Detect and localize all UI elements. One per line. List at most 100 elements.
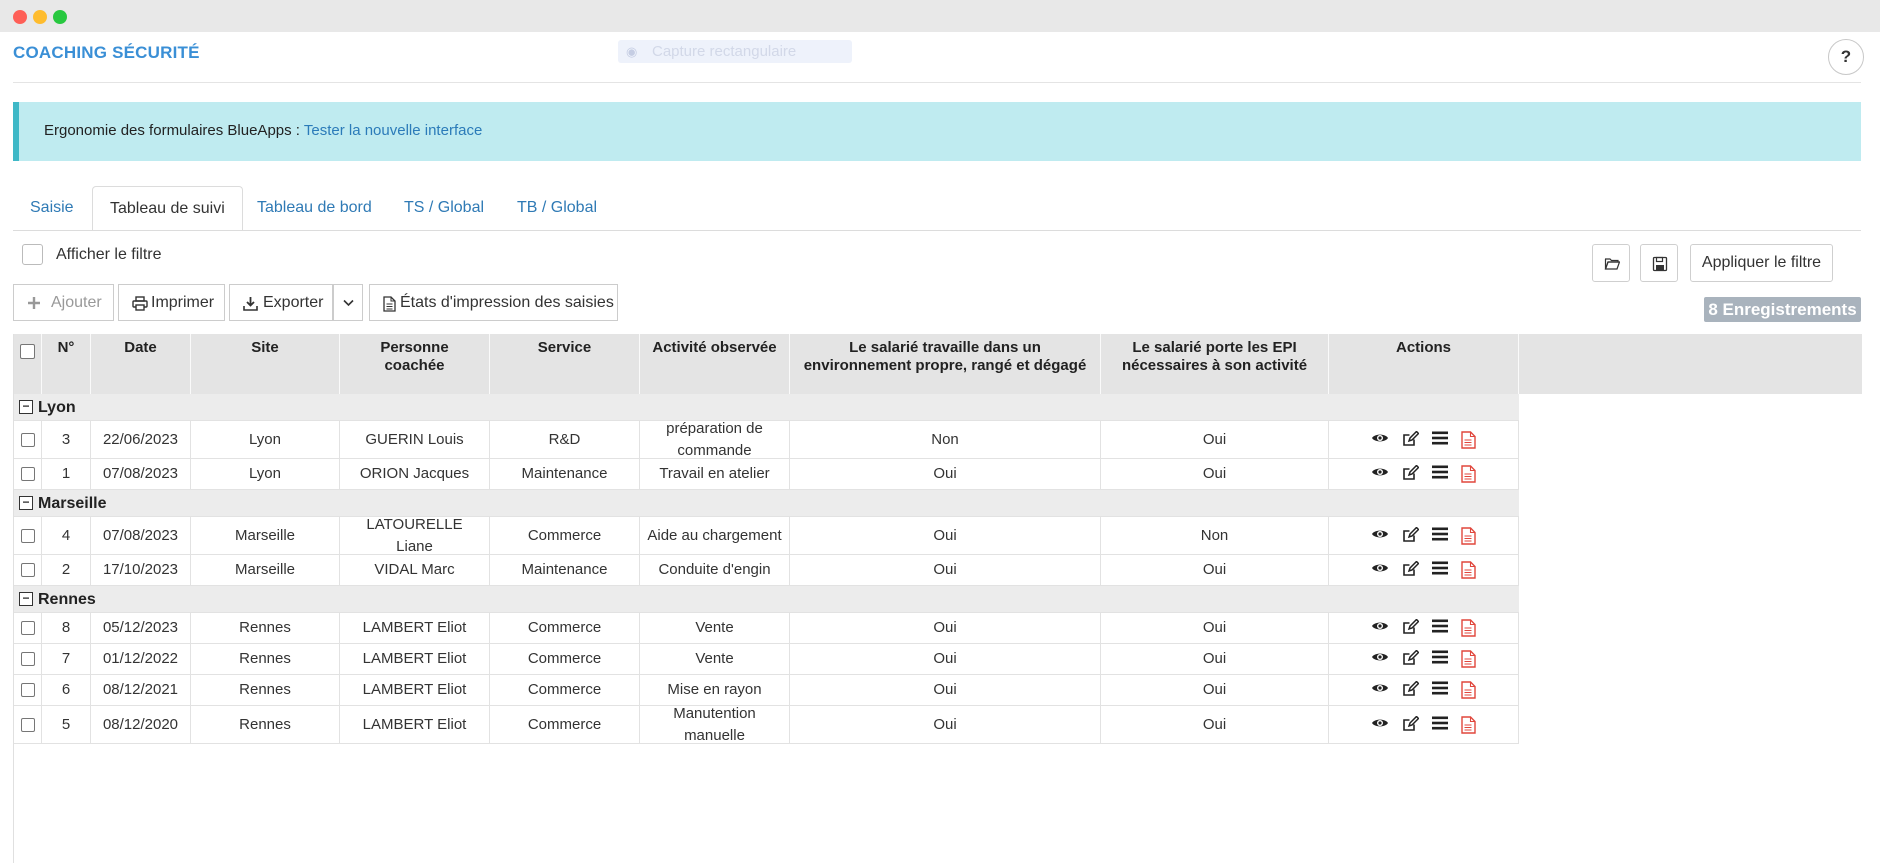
export-dropdown-button[interactable]: [333, 284, 363, 321]
collapse-group-icon[interactable]: −: [19, 400, 33, 414]
menu-icon[interactable]: [1432, 465, 1448, 483]
cell-activity: Vente: [640, 644, 790, 674]
print-states-button[interactable]: États d'impression des saisies: [369, 284, 618, 321]
pdf-icon[interactable]: [1461, 715, 1476, 734]
print-states-button-label: États d'impression des saisies: [400, 294, 614, 311]
show-filter-label: Afficher le filtre: [56, 246, 162, 263]
pdf-icon[interactable]: [1461, 430, 1476, 449]
column-header-activity[interactable]: Activité observée: [640, 334, 790, 394]
menu-icon[interactable]: [1432, 619, 1448, 637]
capture-overlay: ◉ Capture rectangulaire: [618, 40, 852, 63]
row-checkbox[interactable]: [20, 467, 35, 481]
eye-icon[interactable]: [1371, 431, 1389, 449]
table-row[interactable]: 7 01/12/2022 Rennes LAMBERT Eliot Commerce Ve…: [14, 644, 1519, 675]
column-header-ppe[interactable]: Le salarié porte les EPI nécessaires à so…: [1101, 334, 1329, 394]
maximize-window-button[interactable]: [53, 10, 67, 24]
row-checkbox[interactable]: [20, 717, 35, 732]
table-row[interactable]: 8 05/12/2023 Rennes LAMBERT Eliot Commerce Ve…: [14, 613, 1519, 644]
table-row[interactable]: 6 08/12/2021 Rennes LAMBERT Eliot Commerce Mi…: [14, 675, 1519, 706]
cell-date: 17/10/2023: [91, 555, 191, 585]
plus-icon: [28, 297, 40, 309]
menu-icon[interactable]: [1432, 650, 1448, 668]
menu-icon[interactable]: [1432, 681, 1448, 699]
column-header-date[interactable]: Date: [91, 334, 191, 394]
eye-icon[interactable]: [1371, 681, 1389, 699]
close-window-button[interactable]: [13, 10, 27, 24]
cell-site-value: Lyon: [249, 465, 281, 482]
group-row[interactable]: − Rennes: [14, 586, 1519, 613]
add-button[interactable]: Ajouter: [13, 284, 114, 321]
edit-icon[interactable]: [1402, 619, 1419, 637]
save-filter-button[interactable]: [1640, 244, 1678, 282]
row-checkbox[interactable]: [20, 683, 35, 697]
table-row[interactable]: 4 07/08/2023 Marseille LATOURELLE Liane Comm…: [14, 515, 1519, 555]
menu-icon[interactable]: [1432, 716, 1448, 734]
table-row[interactable]: 3 22/06/2023 Lyon GUERIN Louis R&D préparatio…: [14, 420, 1519, 459]
pdf-icon[interactable]: [1461, 465, 1476, 483]
group-row[interactable]: − Marseille: [14, 490, 1519, 517]
edit-icon[interactable]: [1402, 465, 1419, 483]
collapse-group-icon[interactable]: −: [19, 496, 33, 510]
cell-person-value: LAMBERT Eliot: [362, 715, 467, 733]
column-header-environment[interactable]: Le salarié travaille dans un environnemen…: [790, 334, 1101, 394]
cell-number: 2: [42, 555, 91, 585]
cell-number: 8: [42, 613, 91, 643]
column-header-service[interactable]: Service: [490, 334, 640, 394]
apply-filter-button[interactable]: Appliquer le filtre: [1690, 244, 1833, 282]
table-row[interactable]: 5 08/12/2020 Rennes LAMBERT Eliot Commerce Ma…: [14, 705, 1519, 744]
menu-icon[interactable]: [1432, 561, 1448, 579]
pdf-icon[interactable]: [1461, 526, 1476, 545]
help-button[interactable]: ?: [1828, 39, 1864, 75]
eye-icon[interactable]: [1371, 716, 1389, 734]
eye-icon[interactable]: [1371, 650, 1389, 668]
eye-icon[interactable]: [1371, 465, 1389, 483]
column-header-number[interactable]: N°: [42, 334, 91, 394]
cell-person-value: LAMBERT Eliot: [362, 619, 467, 636]
edit-icon[interactable]: [1402, 681, 1419, 699]
open-filter-button[interactable]: [1592, 244, 1630, 282]
tab-tableau-de-suivi[interactable]: Tableau de suivi: [92, 186, 243, 231]
collapse-group-icon[interactable]: −: [19, 592, 33, 606]
eye-icon[interactable]: [1371, 527, 1389, 545]
edit-icon[interactable]: [1402, 561, 1419, 579]
tab-tableau-de-bord[interactable]: Tableau de bord: [240, 186, 389, 231]
edit-icon[interactable]: [1402, 430, 1419, 449]
pdf-icon[interactable]: [1461, 650, 1476, 668]
edit-icon[interactable]: [1402, 650, 1419, 668]
eye-icon[interactable]: [1371, 561, 1389, 579]
cell-site: Rennes: [191, 675, 340, 705]
show-filter-checkbox[interactable]: [22, 244, 43, 265]
tab-ts-global[interactable]: TS / Global: [387, 186, 501, 231]
edit-icon[interactable]: [1402, 715, 1419, 734]
minimize-window-button[interactable]: [33, 10, 47, 24]
cell-service-value: Commerce: [527, 650, 602, 667]
window-titlebar: [0, 0, 1880, 32]
cell-ppe-value: Non: [1200, 526, 1229, 544]
tab-saisie[interactable]: Saisie: [13, 186, 91, 231]
new-interface-link[interactable]: Tester la nouvelle interface: [304, 122, 482, 139]
table-row[interactable]: 2 17/10/2023 Marseille VIDAL Marc Maintenanc…: [14, 555, 1519, 586]
eye-icon[interactable]: [1371, 619, 1389, 637]
edit-icon[interactable]: [1402, 526, 1419, 545]
table-row[interactable]: 1 07/08/2023 Lyon ORION Jacques Maintenance T…: [14, 459, 1519, 490]
cell-environment-value: Oui: [933, 561, 957, 578]
menu-icon[interactable]: [1432, 527, 1448, 545]
pdf-icon[interactable]: [1461, 619, 1476, 637]
print-button[interactable]: Imprimer: [118, 284, 225, 321]
row-checkbox[interactable]: [20, 563, 35, 577]
pdf-icon[interactable]: [1461, 681, 1476, 699]
tab-tb-global[interactable]: TB / Global: [500, 186, 614, 231]
menu-icon[interactable]: [1432, 431, 1448, 449]
column-header-site[interactable]: Site: [191, 334, 340, 394]
cell-service-value: Maintenance: [521, 561, 608, 578]
column-header-person[interactable]: Personne coachée: [340, 334, 490, 394]
select-all-checkbox[interactable]: [20, 344, 35, 359]
row-checkbox[interactable]: [20, 652, 35, 666]
row-checkbox[interactable]: [20, 528, 35, 543]
row-checkbox[interactable]: [20, 621, 35, 635]
row-checkbox[interactable]: [20, 432, 35, 447]
export-button[interactable]: Exporter: [229, 284, 333, 321]
pdf-icon[interactable]: [1461, 561, 1476, 579]
cell-person-value: LATOURELLE Liane: [366, 515, 463, 555]
column-header-actions: Actions: [1329, 334, 1519, 394]
